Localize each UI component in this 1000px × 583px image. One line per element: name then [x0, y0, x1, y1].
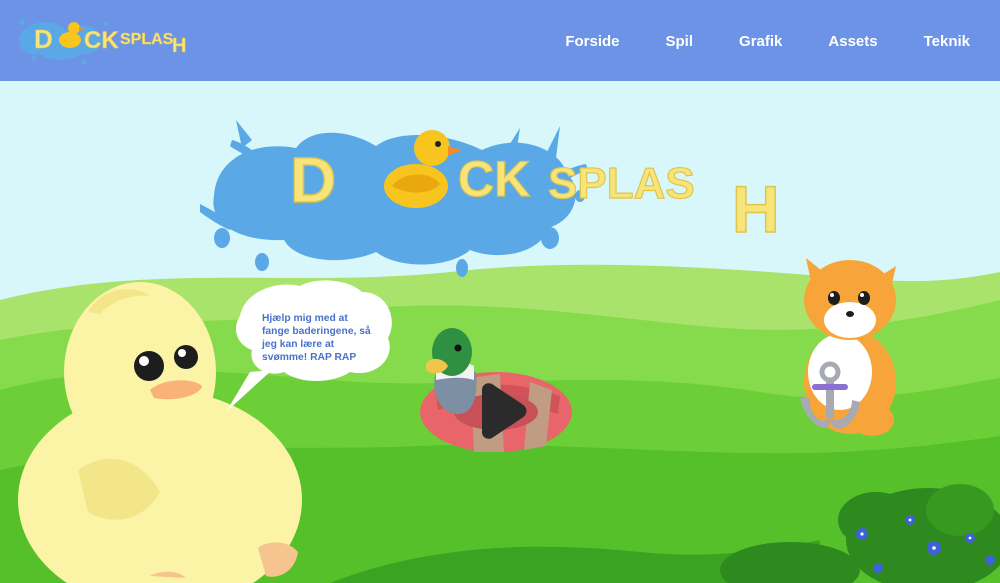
nav-item-teknik[interactable]: Teknik — [924, 33, 970, 50]
hero-logo-letter-h: H — [732, 172, 780, 246]
main-nav: Forside Spil Grafik Assets Teknik — [519, 33, 970, 50]
site-logo[interactable]: D CK SPLAS H — [14, 10, 186, 68]
hero-logo-letter-d: D — [290, 144, 336, 216]
svg-text:D: D — [34, 24, 53, 54]
top-navbar: D CK SPLAS H Forside Spil Grafik Assets … — [0, 0, 1000, 81]
svg-text:CK: CK — [84, 27, 119, 54]
nav-item-grafik[interactable]: Grafik — [739, 33, 782, 50]
hero-logo-word-splas: SPLAS — [548, 159, 695, 208]
nav-item-assets[interactable]: Assets — [828, 33, 877, 50]
hero-logo-letters-ck: CK — [458, 151, 530, 207]
svg-text:H: H — [172, 35, 186, 57]
hero-logo: D CK SPLAS H — [200, 120, 780, 277]
speech-bubble-text: Hjælp mig med at fange baderingene, så j… — [262, 313, 371, 363]
nav-item-spil[interactable]: Spil — [666, 33, 694, 50]
svg-text:SPLAS: SPLAS — [120, 31, 174, 48]
nav-item-forside[interactable]: Forside — [565, 33, 619, 50]
hero-scene: D CK SPLAS H Hjælp mig med at fange bade… — [0, 81, 1000, 583]
